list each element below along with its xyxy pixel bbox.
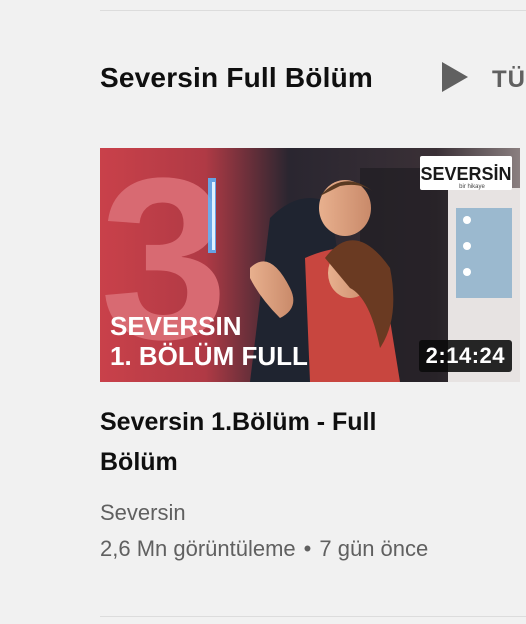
- video-thumbnail[interactable]: 3 SEVERSIN 1. BÖLÜM FULL SEVERSİN bir hi…: [100, 148, 520, 382]
- play-icon: [440, 60, 470, 99]
- overlay-line-2: 1. BÖLÜM FULL: [110, 341, 308, 371]
- play-all-label: TÜ: [492, 65, 526, 93]
- video-title[interactable]: Seversin 1.Bölüm - Full Bölüm: [100, 402, 430, 482]
- meta-separator: •: [303, 536, 312, 561]
- view-count: 2,6 Mn görüntüleme: [100, 536, 296, 561]
- channel-logo: SEVERSİN: [420, 164, 511, 184]
- page: Seversin Full Bölüm TÜ 3 SEVERSIN 1. BÖL…: [0, 0, 526, 624]
- top-divider: [100, 10, 526, 11]
- channel-name[interactable]: Seversin: [100, 500, 186, 526]
- shelf-title[interactable]: Seversin Full Bölüm: [100, 62, 373, 94]
- logo-subtext: bir hikaye: [459, 184, 485, 190]
- duration-badge: 2:14:24: [418, 340, 512, 372]
- overlay-line-1: SEVERSIN: [110, 311, 242, 341]
- bottom-divider: [100, 616, 526, 617]
- shelf-header: Seversin Full Bölüm TÜ: [100, 58, 526, 98]
- play-all-button[interactable]: TÜ: [440, 60, 526, 99]
- upload-age: 7 gün önce: [319, 536, 429, 561]
- video-metadata: 2,6 Mn görüntüleme • 7 gün önce: [100, 536, 428, 562]
